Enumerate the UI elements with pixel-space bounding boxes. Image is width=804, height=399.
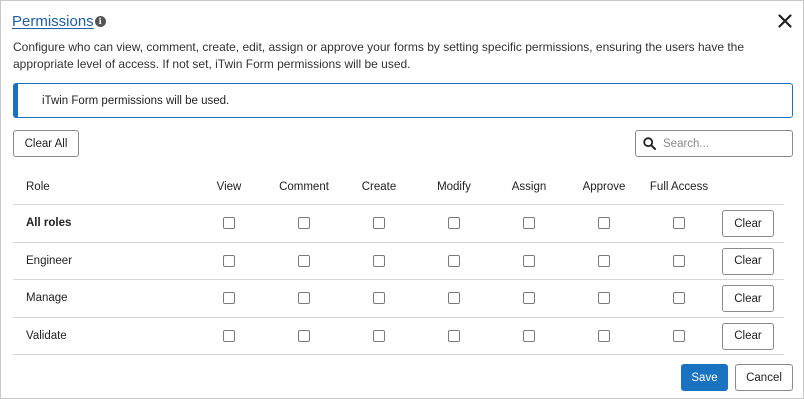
cell-assign bbox=[523, 205, 535, 242]
full-access-checkbox[interactable] bbox=[673, 292, 685, 305]
role-label: Manage bbox=[26, 292, 68, 305]
cell-assign bbox=[523, 318, 535, 355]
title-row: Permissions i bbox=[12, 10, 106, 32]
approve-checkbox[interactable] bbox=[598, 254, 610, 267]
comment-checkbox[interactable] bbox=[298, 217, 310, 230]
cell-comment bbox=[298, 243, 310, 280]
permissions-table: Role View Comment Create Modify Assign Approv… bbox=[13, 169, 784, 355]
cell-approve bbox=[598, 205, 610, 242]
comment-checkbox[interactable] bbox=[298, 292, 310, 305]
search-box[interactable] bbox=[635, 130, 793, 157]
save-button[interactable]: Save bbox=[681, 364, 728, 391]
row-clear-button[interactable]: Clear bbox=[722, 322, 774, 350]
cell-full-access bbox=[673, 280, 685, 317]
cell-comment bbox=[298, 205, 310, 242]
dialog-title[interactable]: Permissions bbox=[12, 13, 94, 30]
comment-checkbox[interactable] bbox=[298, 329, 310, 342]
cell-view bbox=[223, 205, 235, 242]
approve-checkbox[interactable] bbox=[598, 217, 610, 230]
full-access-checkbox[interactable] bbox=[673, 329, 685, 342]
clear-all-button[interactable]: Clear All bbox=[13, 130, 79, 157]
header-full-access: Full Access bbox=[649, 180, 709, 193]
cell-create bbox=[373, 205, 385, 242]
cell-view bbox=[223, 243, 235, 280]
cancel-button[interactable]: Cancel bbox=[735, 364, 793, 391]
row-clear-button[interactable]: Clear bbox=[722, 247, 774, 275]
create-checkbox[interactable] bbox=[373, 217, 385, 230]
row-clear-button[interactable]: Clear bbox=[722, 285, 774, 312]
approve-checkbox[interactable] bbox=[598, 292, 610, 305]
view-checkbox[interactable] bbox=[223, 292, 235, 305]
row-clear-button[interactable]: Clear bbox=[722, 210, 774, 237]
table-row: All roles Clear bbox=[13, 205, 784, 243]
header-comment: Comment bbox=[279, 180, 329, 193]
cell-view bbox=[223, 280, 235, 317]
create-checkbox[interactable] bbox=[373, 254, 385, 267]
cell-modify bbox=[448, 243, 460, 280]
info-banner-text: iTwin Form permissions will be used. bbox=[42, 95, 230, 107]
dialog-description: Configure who can view, comment, create,… bbox=[13, 40, 745, 71]
modify-checkbox[interactable] bbox=[448, 329, 460, 342]
modify-checkbox[interactable] bbox=[448, 254, 460, 267]
cell-full-access bbox=[673, 243, 685, 280]
cell-approve bbox=[598, 280, 610, 317]
view-checkbox[interactable] bbox=[223, 254, 235, 267]
table-row: Engineer Clear bbox=[13, 243, 784, 280]
header-role: Role bbox=[26, 180, 50, 193]
cell-assign bbox=[523, 280, 535, 317]
cell-assign bbox=[523, 243, 535, 280]
assign-checkbox[interactable] bbox=[523, 217, 535, 230]
cell-create bbox=[373, 318, 385, 355]
full-access-checkbox[interactable] bbox=[673, 254, 685, 267]
header-assign: Assign bbox=[511, 180, 547, 193]
cell-modify bbox=[448, 318, 460, 355]
search-input[interactable] bbox=[663, 137, 783, 150]
view-checkbox[interactable] bbox=[223, 217, 235, 230]
permissions-dialog: Permissions i Configure who can view, co… bbox=[0, 0, 804, 399]
cell-create bbox=[373, 280, 385, 317]
cell-full-access bbox=[673, 318, 685, 355]
cell-modify bbox=[448, 280, 460, 317]
header-view: View bbox=[216, 180, 242, 193]
modify-checkbox[interactable] bbox=[448, 217, 460, 230]
view-checkbox[interactable] bbox=[223, 329, 235, 342]
header-approve: Approve bbox=[582, 180, 626, 193]
create-checkbox[interactable] bbox=[373, 329, 385, 342]
role-label: Engineer bbox=[26, 254, 73, 267]
assign-checkbox[interactable] bbox=[523, 254, 535, 267]
cell-approve bbox=[598, 318, 610, 355]
modify-checkbox[interactable] bbox=[448, 292, 460, 305]
cell-comment bbox=[298, 318, 310, 355]
cell-modify bbox=[448, 205, 460, 242]
header-modify: Modify bbox=[437, 180, 471, 193]
close-button[interactable] bbox=[773, 10, 797, 32]
close-icon bbox=[778, 14, 792, 28]
role-label: All roles bbox=[26, 217, 72, 230]
role-label: Validate bbox=[26, 329, 67, 342]
full-access-checkbox[interactable] bbox=[673, 217, 685, 230]
approve-checkbox[interactable] bbox=[598, 329, 610, 342]
info-banner: iTwin Form permissions will be used. bbox=[13, 83, 793, 118]
search-icon bbox=[643, 137, 656, 150]
header-create: Create bbox=[361, 180, 397, 193]
cell-view bbox=[223, 318, 235, 355]
assign-checkbox[interactable] bbox=[523, 292, 535, 305]
cell-comment bbox=[298, 280, 310, 317]
cell-approve bbox=[598, 243, 610, 280]
comment-checkbox[interactable] bbox=[298, 254, 310, 267]
cell-full-access bbox=[673, 205, 685, 242]
table-row: Validate Clear bbox=[13, 318, 784, 355]
table-row: Manage Clear bbox=[13, 280, 784, 318]
info-icon[interactable]: i bbox=[94, 16, 106, 27]
cell-create bbox=[373, 243, 385, 280]
table-header: Role View Comment Create Modify Assign Approv… bbox=[13, 169, 784, 205]
assign-checkbox[interactable] bbox=[523, 329, 535, 342]
create-checkbox[interactable] bbox=[373, 292, 385, 305]
